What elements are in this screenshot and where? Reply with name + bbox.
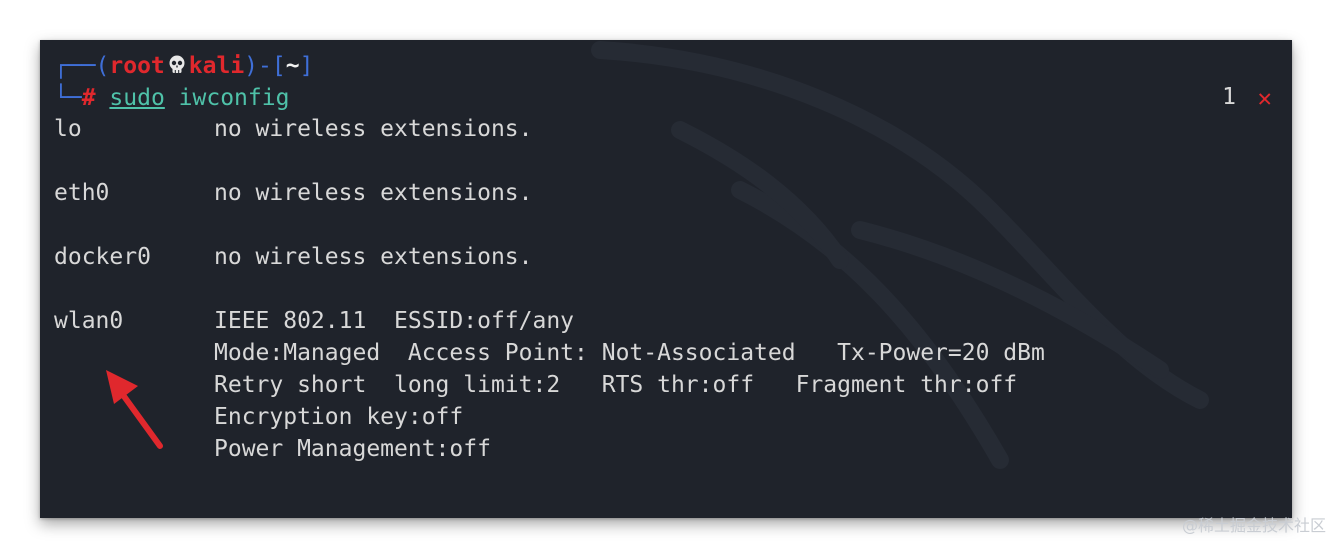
prompt-user: root — [109, 53, 165, 79]
iface-docker0-info: no wireless extensions. — [214, 244, 533, 270]
iface-docker0: docker0 — [54, 244, 151, 270]
prompt-cwd: ~ — [285, 53, 300, 79]
iface-wlan0: wlan0 — [54, 308, 124, 334]
terminal-window[interactable]: ┌──(root kali)-[~] └─# sudo iwconfig 1 ✕ … — [40, 40, 1292, 518]
wlan0-info-line-5: Power Management:off — [214, 436, 491, 462]
iface-lo: lo — [54, 116, 82, 142]
prompt-hash: # — [81, 85, 96, 111]
prompt-frame-mid: )-[ — [244, 53, 286, 79]
wlan0-info-line-2: Mode:Managed Access Point: Not-Associate… — [214, 340, 1045, 366]
site-watermark: @稀土掘金技术社区 — [1181, 516, 1326, 535]
wlan0-info-line-1: IEEE 802.11 ESSID:off/any — [214, 308, 575, 334]
skull-icon — [169, 55, 185, 73]
exit-error-icon: ✕ — [1257, 84, 1272, 112]
prompt-frame-close: ] — [299, 53, 314, 79]
red-arrow-icon — [106, 370, 163, 449]
prompt-line2-prefix: └─ — [54, 85, 82, 111]
wlan0-info-line-4: Encryption key:off — [214, 404, 464, 430]
wlan0-info-line-3: Retry short long limit:2 RTS thr:off Fra… — [214, 372, 1018, 398]
iface-eth0-info: no wireless extensions. — [214, 180, 533, 206]
iface-lo-info: no wireless extensions. — [214, 116, 533, 142]
prompt-line-2[interactable]: └─# sudo iwconfig — [54, 84, 289, 112]
prompt-host: kali — [188, 53, 245, 79]
prompt-frame-open: ┌──( — [54, 53, 110, 79]
iface-eth0: eth0 — [54, 180, 110, 206]
prompt-line-1: ┌──(root kali)-[~] — [54, 52, 313, 80]
command-argument: iwconfig — [178, 85, 290, 111]
exit-code: 1 — [1222, 84, 1236, 110]
command-sudo: sudo — [109, 85, 165, 111]
